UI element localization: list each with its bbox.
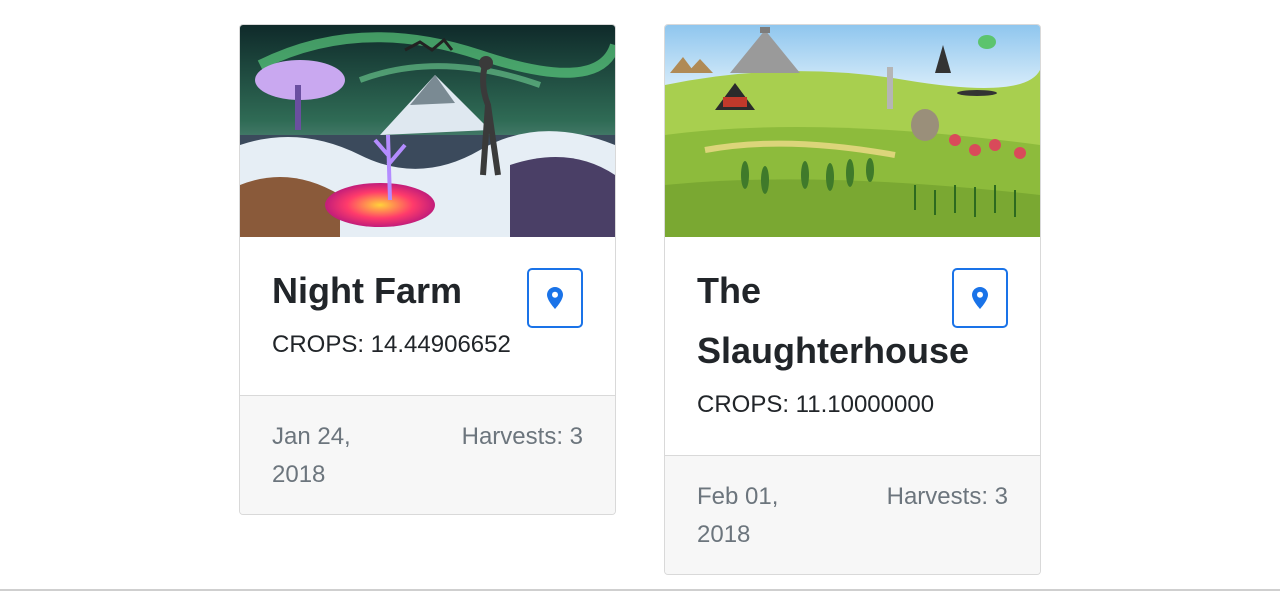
- card-body: Night Farm CROPS: 14.44906652: [240, 237, 615, 395]
- farm-card[interactable]: The Slaughterhouse CROPS: 11.10000000 Fe…: [664, 24, 1041, 575]
- harvests-count: Harvests: 3: [886, 483, 1008, 510]
- founded-date: Jan 24, 2018: [272, 423, 351, 488]
- card-body: The Slaughterhouse CROPS: 11.10000000: [665, 237, 1040, 455]
- farm-image: [240, 25, 615, 237]
- card-footer: Feb 01, 2018 Harvests: 3: [665, 455, 1040, 574]
- crops-value: CROPS: 14.44906652: [272, 331, 511, 358]
- harvests-count: Harvests: 3: [461, 423, 583, 450]
- crops-value: CROPS: 11.10000000: [697, 391, 935, 418]
- location-button[interactable]: [527, 268, 583, 328]
- founded-date: Feb 01, 2018: [697, 483, 779, 548]
- card-footer: Jan 24, 2018 Harvests: 3: [240, 395, 615, 514]
- map-pin-icon: [547, 287, 563, 309]
- map-pin-icon: [972, 287, 988, 309]
- farm-image: [665, 25, 1040, 237]
- location-button[interactable]: [952, 268, 1008, 328]
- farm-card[interactable]: Night Farm CROPS: 14.44906652 Jan 24, 20…: [239, 24, 616, 515]
